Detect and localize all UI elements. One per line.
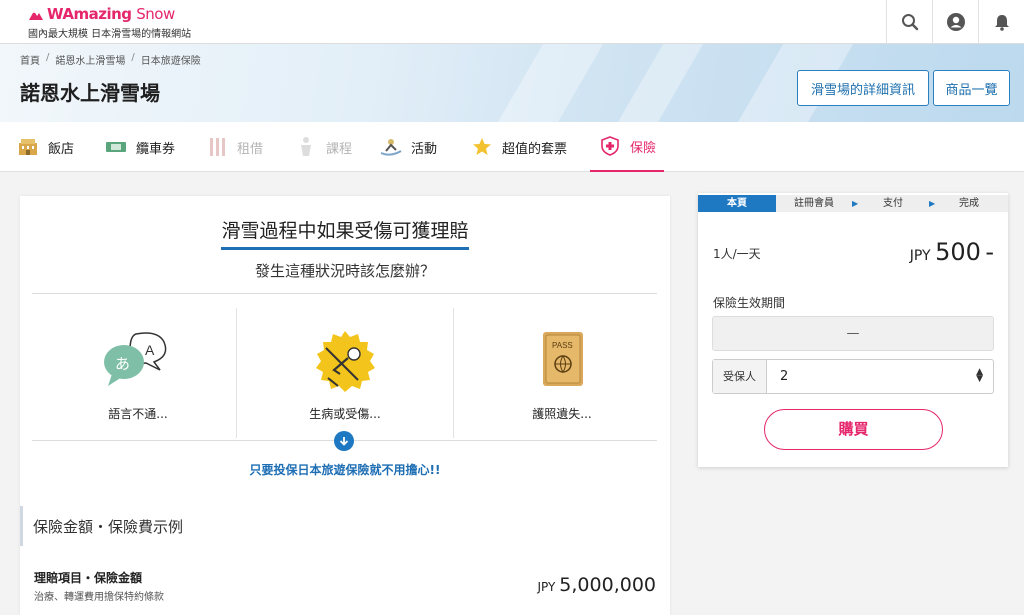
breadcrumb-home[interactable]: 首頁 xyxy=(20,52,40,67)
insurance-icon xyxy=(598,135,622,157)
notifications-button[interactable] xyxy=(978,0,1024,44)
step-complete: 完成 xyxy=(959,198,979,209)
tab-label: 纜車券 xyxy=(136,141,176,157)
tab-activity[interactable]: 活動 xyxy=(379,122,437,172)
lesson-icon xyxy=(294,136,318,158)
tab-label: 飯店 xyxy=(48,141,75,157)
headline: 滑雪過程中如果受傷可獲理賠 xyxy=(20,216,670,250)
tab-label: 租借 xyxy=(237,141,264,157)
svg-text:PASS: PASS xyxy=(552,341,573,350)
rental-icon xyxy=(205,136,229,158)
breadcrumb: 首頁 / 諾恩水上滑雪場 / 日本旅遊保險 xyxy=(20,52,201,67)
tab-label: 超值的套票 xyxy=(502,141,568,157)
coverage-amount: JPY 5,000,000 xyxy=(537,574,656,596)
language-bubble-icon: A あ xyxy=(104,332,167,386)
per-unit-label: 1人/一天 xyxy=(713,247,761,261)
svg-text:A: A xyxy=(145,342,155,358)
insurance-info-card: 滑雪過程中如果受傷可獲理賠 發生這種狀況時該怎麼辦？ A あ 語言不通... 生… xyxy=(20,196,670,615)
period-label: 保險生效期間 xyxy=(713,296,786,310)
tab-label: 課程 xyxy=(326,141,353,157)
account-button[interactable] xyxy=(932,0,978,44)
select-caret-icon: ▲ ▼ xyxy=(976,367,983,384)
progress-steps: 本頁 註冊會員 ▶ 支付 ▶ 完成 xyxy=(698,195,1008,212)
arrow-down-icon xyxy=(334,431,354,451)
activity-icon xyxy=(379,136,403,158)
step-arrow-icon: ▶ xyxy=(929,199,936,208)
top-header: WAmazing Snow 國內最大規模 日本滑雪場的情報網站 xyxy=(0,0,1024,44)
mountain-logo-icon xyxy=(29,11,43,20)
resort-hero-banner: 首頁 / 諾恩水上滑雪場 / 日本旅遊保險 諾恩水上滑雪場 滑雪場的詳細資訊 商… xyxy=(0,44,1024,122)
tab-rental[interactable]: 租借 xyxy=(205,122,263,172)
logo-sub-text: Snow xyxy=(136,5,175,23)
select-value: 2 xyxy=(780,369,789,384)
tab-insurance[interactable]: 保險 xyxy=(590,122,665,172)
passport-icon: PASS xyxy=(543,332,583,386)
star-icon xyxy=(470,136,494,158)
scenario-passport: PASS 護照遺失... xyxy=(456,308,668,436)
hotel-icon xyxy=(16,136,40,158)
resort-details-button[interactable]: 滑雪場的詳細資訊 xyxy=(797,70,929,106)
purchase-panel: 本頁 註冊會員 ▶ 支付 ▶ 完成 1人/一天 JPY 500 - 保險生效期間… xyxy=(698,193,1008,467)
bell-icon xyxy=(994,15,1009,31)
divider xyxy=(32,293,657,294)
step-arrow-icon: ▶ xyxy=(852,199,859,208)
site-tagline: 國內最大規模 日本滑雪場的情報網站 xyxy=(28,29,192,40)
product-list-button[interactable]: 商品一覽 xyxy=(933,70,1010,106)
select-label: 受保人 xyxy=(713,360,767,393)
logo-main-text: WAmazing xyxy=(47,5,132,23)
subheadline: 發生這種狀況時該怎麼辦？ xyxy=(254,262,435,280)
svg-text:あ: あ xyxy=(115,355,130,373)
scenario-label: 語言不通... xyxy=(108,407,168,421)
breadcrumb-resort[interactable]: 諾恩水上滑雪場 xyxy=(55,52,125,67)
search-button[interactable] xyxy=(886,0,932,44)
search-icon xyxy=(901,14,918,31)
insured-count-select[interactable]: 受保人 2 ▲ ▼ xyxy=(712,359,994,394)
lift-ticket-icon xyxy=(104,136,128,158)
step-register: 註冊會員 xyxy=(794,198,834,209)
user-icon xyxy=(946,13,965,31)
breadcrumb-current: 日本旅遊保險 xyxy=(140,56,201,67)
tab-hotel[interactable]: 飯店 xyxy=(16,122,74,172)
tab-lesson[interactable]: 課程 xyxy=(294,122,352,172)
scenario-injury: 生病或受傷... xyxy=(239,308,451,436)
tab-lift-ticket[interactable]: 纜車券 xyxy=(104,122,175,172)
tab-package[interactable]: 超值的套票 xyxy=(470,122,567,172)
tab-label: 保險 xyxy=(630,140,657,156)
buy-button[interactable]: 購買 xyxy=(764,409,943,450)
coverage-sub: 治療、轉運費用擔保特約條款 xyxy=(34,592,164,603)
section-title: 保險金額・保險費示例 xyxy=(20,506,670,546)
category-tabs: 飯店 纜車券 租借 課程 活動 超值的套票 保險 xyxy=(0,122,1024,172)
reassurance-text: 只要投保日本旅遊保險就不用擔心!! xyxy=(249,463,441,477)
step-payment: 支付 xyxy=(883,198,903,209)
scenario-label: 護照遺失... xyxy=(532,407,592,421)
coverage-label: 理賠項目・保險金額 xyxy=(34,571,143,585)
logo[interactable]: WAmazing Snow xyxy=(28,5,175,23)
page-title: 諾恩水上滑雪場 xyxy=(20,81,160,105)
scenario-language: A あ 語言不通... xyxy=(32,308,244,436)
price: JPY 500 - xyxy=(909,238,994,266)
injured-skier-icon xyxy=(316,331,375,392)
tab-label: 活動 xyxy=(411,141,438,157)
headline-text: 滑雪過程中如果受傷可獲理賠 xyxy=(221,216,469,250)
scenario-label: 生病或受傷... xyxy=(309,407,381,421)
period-field[interactable]: — xyxy=(712,316,994,351)
step-current: 本頁 xyxy=(698,195,776,212)
